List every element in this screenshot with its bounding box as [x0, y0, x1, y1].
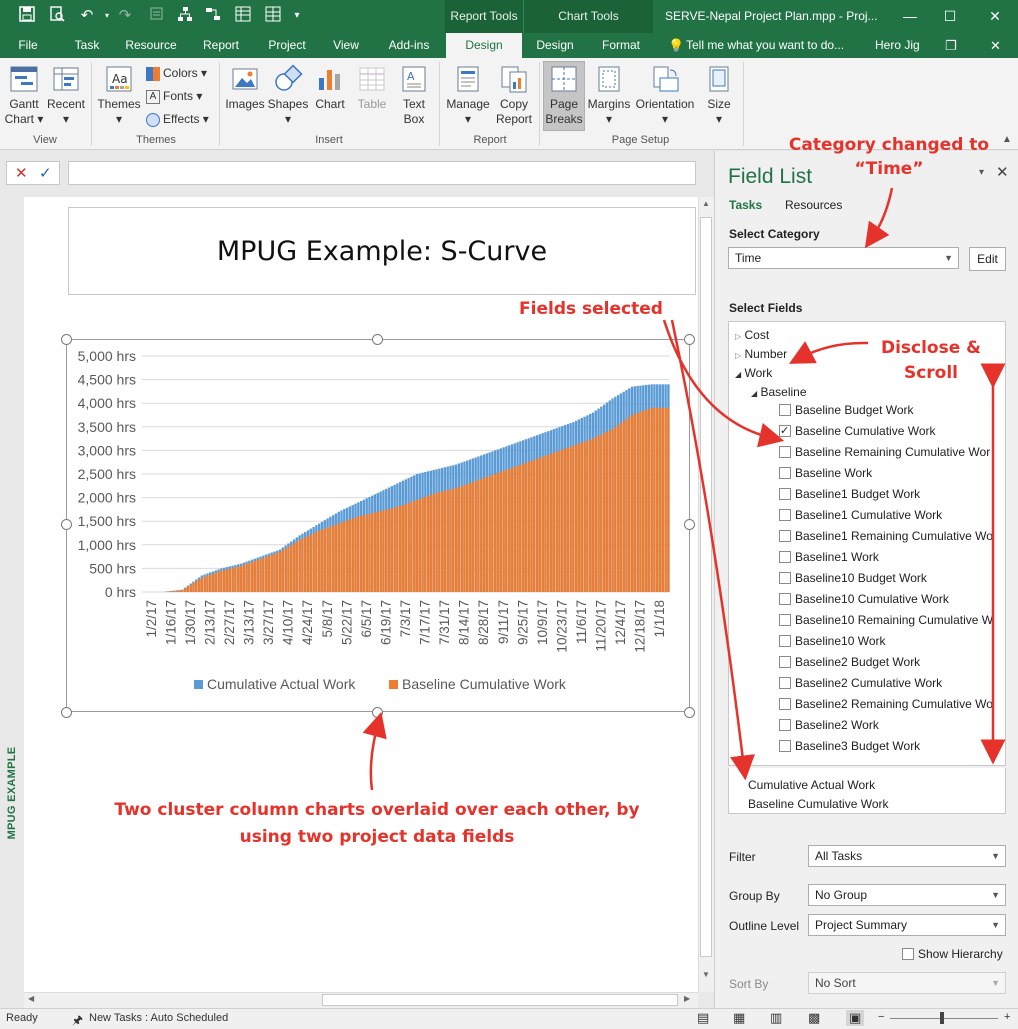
- view-shortcut-team-planner-icon[interactable]: ▥: [770, 1010, 782, 1026]
- arrow-field-checked: [662, 319, 785, 448]
- view-shortcut-report-icon[interactable]: ▣: [846, 1010, 865, 1026]
- status-new-tasks[interactable]: New Tasks : Auto Scheduled: [89, 1012, 228, 1024]
- zoom-out-icon[interactable]: −: [878, 1011, 884, 1023]
- annotation-arrows: [362, 187, 1006, 791]
- status-bar: Ready 🖈 New Tasks : Auto Scheduled ▤ ▦ ▥…: [0, 1008, 1018, 1029]
- zoom-slider-track[interactable]: [890, 1018, 998, 1019]
- view-shortcut-resource-icon[interactable]: ▩: [808, 1010, 820, 1026]
- zoom-in-icon[interactable]: +: [1004, 1011, 1010, 1023]
- arrow-selected-fields: [670, 319, 755, 781]
- view-shortcut-gantt-icon[interactable]: ▤: [697, 1010, 709, 1026]
- status-ready: Ready: [6, 1012, 38, 1024]
- zoom-slider-thumb[interactable]: [940, 1012, 944, 1024]
- scheduling-icon: 🖈: [72, 1013, 84, 1027]
- view-shortcut-task-usage-icon[interactable]: ▦: [733, 1010, 745, 1026]
- arrow-chart: [362, 711, 387, 791]
- arrow-disclose: [788, 341, 869, 364]
- arrow-category: [864, 187, 894, 249]
